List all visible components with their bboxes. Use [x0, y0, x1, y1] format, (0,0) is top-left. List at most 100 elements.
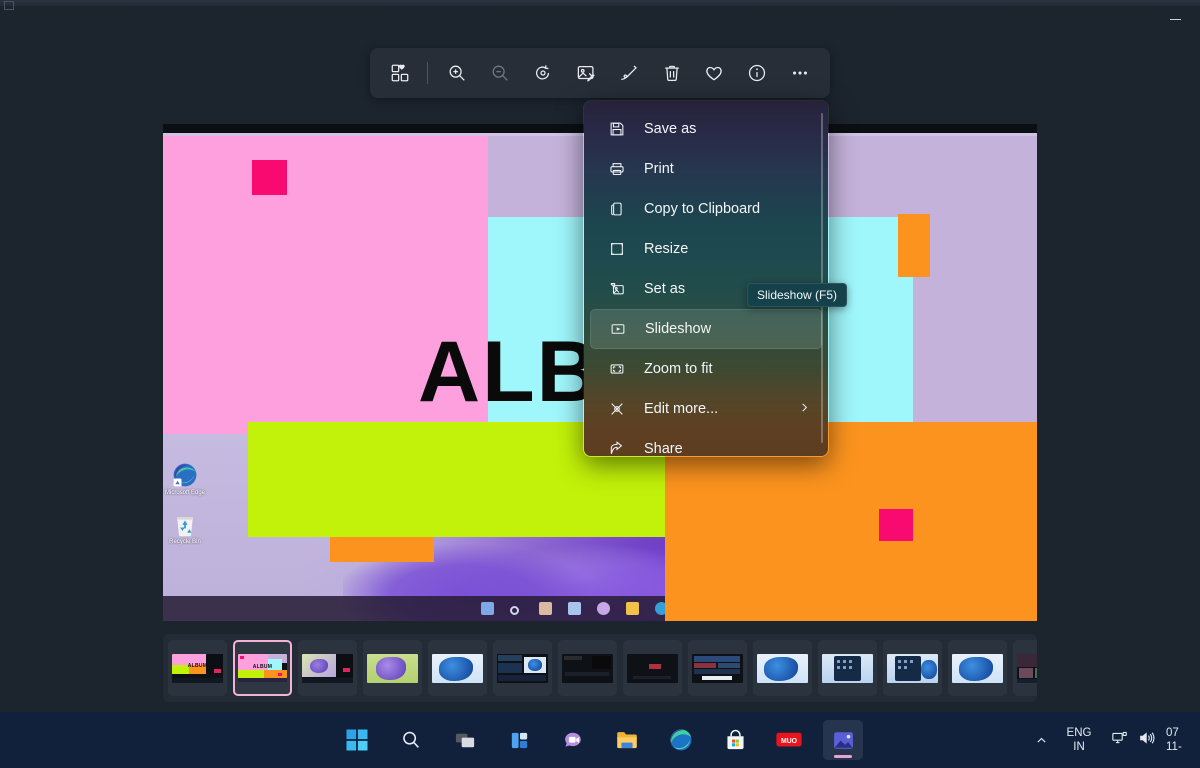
- delete-button[interactable]: [652, 55, 692, 91]
- thumbnail-image: [692, 654, 743, 683]
- resize-icon: [608, 240, 626, 258]
- see-more-button[interactable]: [780, 55, 820, 91]
- language-primary: ENG: [1056, 726, 1102, 740]
- desktop-icon-edge-label: Microsoft Edge: [163, 490, 213, 497]
- thumbnail-image: [822, 654, 873, 683]
- menu-item-edit-more[interactable]: Edit more...: [590, 389, 822, 429]
- see-more-context-menu: Save as Print: [583, 100, 829, 457]
- thumbnail-item[interactable]: [753, 640, 812, 696]
- thumbnail-item[interactable]: [623, 640, 682, 696]
- copy-icon: [608, 200, 626, 218]
- thumbnail-item[interactable]: [688, 640, 747, 696]
- volume-icon[interactable]: [1139, 731, 1156, 750]
- desktop-icon-recycle-bin-label: Recycle Bin: [163, 539, 213, 546]
- language-indicator[interactable]: ENG IN: [1056, 726, 1102, 754]
- muo-button[interactable]: MUO: [769, 720, 809, 760]
- tray-status-icons[interactable]: [1102, 731, 1166, 750]
- thumbnail-item-selected[interactable]: ALBUM: [233, 640, 292, 696]
- crop-button[interactable]: [566, 55, 606, 91]
- system-tray: ENG IN 07: [1026, 712, 1200, 768]
- menu-item-zoom-to-fit[interactable]: Zoom to fit: [590, 349, 822, 389]
- minimize-glyph: [1170, 19, 1181, 20]
- taskbar-app-strip: MUO: [0, 712, 1200, 768]
- menu-scrollbar[interactable]: [821, 113, 823, 443]
- menu-item-label: Copy to Clipboard: [644, 201, 822, 217]
- search-button[interactable]: [391, 720, 431, 760]
- zoom-in-button[interactable]: [437, 55, 477, 91]
- thumbnail-item[interactable]: [493, 640, 552, 696]
- thumbnail-item[interactable]: [1013, 640, 1037, 696]
- screenshot-taskbar-search-icon: [510, 606, 519, 615]
- rotate-button[interactable]: [523, 55, 563, 91]
- minimize-button[interactable]: [1152, 0, 1198, 30]
- overlay-magenta-square-top: [252, 160, 287, 195]
- slideshow-icon: [609, 320, 627, 338]
- thumbnail-image: [627, 654, 678, 683]
- windows-taskbar: MUO ENG IN: [0, 712, 1200, 768]
- photo-toolbar: [370, 48, 830, 98]
- menu-item-resize[interactable]: Resize: [590, 229, 822, 269]
- thumbnail-item[interactable]: [428, 640, 487, 696]
- menu-item-label: Edit more...: [644, 401, 799, 417]
- thumbnail-item[interactable]: [558, 640, 617, 696]
- gallery-favorites-button[interactable]: [380, 55, 420, 91]
- chevron-right-icon: [799, 401, 810, 417]
- thumbnail-image: [757, 654, 808, 683]
- start-button[interactable]: [337, 720, 377, 760]
- thumbnail-item[interactable]: [883, 640, 942, 696]
- file-explorer-button[interactable]: [607, 720, 647, 760]
- markup-button[interactable]: [609, 55, 649, 91]
- overlay-lavender-right: [913, 217, 1037, 434]
- thumbnail-item[interactable]: [818, 640, 877, 696]
- thumbnail-image: [497, 654, 548, 683]
- window-title-bar: [0, 0, 1200, 6]
- thumbnail-image: ALBUM: [238, 654, 287, 682]
- chat-button[interactable]: [553, 720, 593, 760]
- clock-date: 11-: [1166, 740, 1200, 754]
- menu-item-label: Print: [644, 161, 822, 177]
- thumbnail-image: [432, 654, 483, 683]
- menu-item-slideshow[interactable]: Slideshow: [590, 309, 822, 349]
- photos-app-window: Microsoft Edge Recycle Bin: [0, 0, 1200, 712]
- window-system-glyph: [4, 1, 14, 10]
- set-as-image-icon: [608, 280, 626, 298]
- network-icon[interactable]: [1112, 731, 1129, 750]
- overlay-orange-small-bottom: [330, 537, 434, 562]
- thumbnail-item[interactable]: [948, 640, 1007, 696]
- thumbnail-item[interactable]: [363, 640, 422, 696]
- edge-button[interactable]: [661, 720, 701, 760]
- screenshot-taskbar-taskview-icon: [539, 602, 552, 615]
- photos-button[interactable]: [823, 720, 863, 760]
- zoom-out-button[interactable]: [480, 55, 520, 91]
- active-app-indicator: [834, 755, 852, 758]
- thumbnail-image: [887, 654, 938, 683]
- menu-item-print[interactable]: Print: [590, 149, 822, 189]
- screenshot-taskbar-start-icon: [481, 602, 494, 615]
- widgets-button[interactable]: [499, 720, 539, 760]
- show-hidden-icons-button[interactable]: [1026, 712, 1056, 768]
- thumbnail-image: ALBUM: [172, 654, 223, 683]
- menu-item-label: Slideshow: [645, 321, 821, 337]
- store-button[interactable]: [715, 720, 755, 760]
- desktop-icon-edge: [171, 461, 199, 489]
- screenshot-taskbar-chat-icon: [597, 602, 610, 615]
- task-view-button[interactable]: [445, 720, 485, 760]
- screenshot-taskbar-widgets-icon: [568, 602, 581, 615]
- info-button[interactable]: [737, 55, 777, 91]
- menu-item-save-as[interactable]: Save as: [590, 109, 822, 149]
- thumbnail-item[interactable]: ALBUM: [168, 640, 227, 696]
- menu-item-list: Save as Print: [584, 101, 828, 456]
- thumbnail-label: ALBUM: [172, 663, 223, 669]
- menu-bottom-fade: [584, 442, 828, 456]
- overlay-magenta-square-bottom: [879, 509, 913, 541]
- favorite-button[interactable]: [694, 55, 734, 91]
- filmstrip[interactable]: ALBUM ALBUM: [163, 634, 1037, 702]
- thumbnail-image: [367, 654, 418, 683]
- clock[interactable]: 07 11-: [1166, 726, 1200, 754]
- thumbnail-label: ALBUM: [238, 664, 287, 670]
- slideshow-tooltip: Slideshow (F5): [747, 283, 847, 307]
- thumbnail-item[interactable]: [298, 640, 357, 696]
- screenshot-taskbar-folder-icon: [626, 602, 639, 615]
- menu-item-copy-to-clipboard[interactable]: Copy to Clipboard: [590, 189, 822, 229]
- save-icon: [608, 120, 626, 138]
